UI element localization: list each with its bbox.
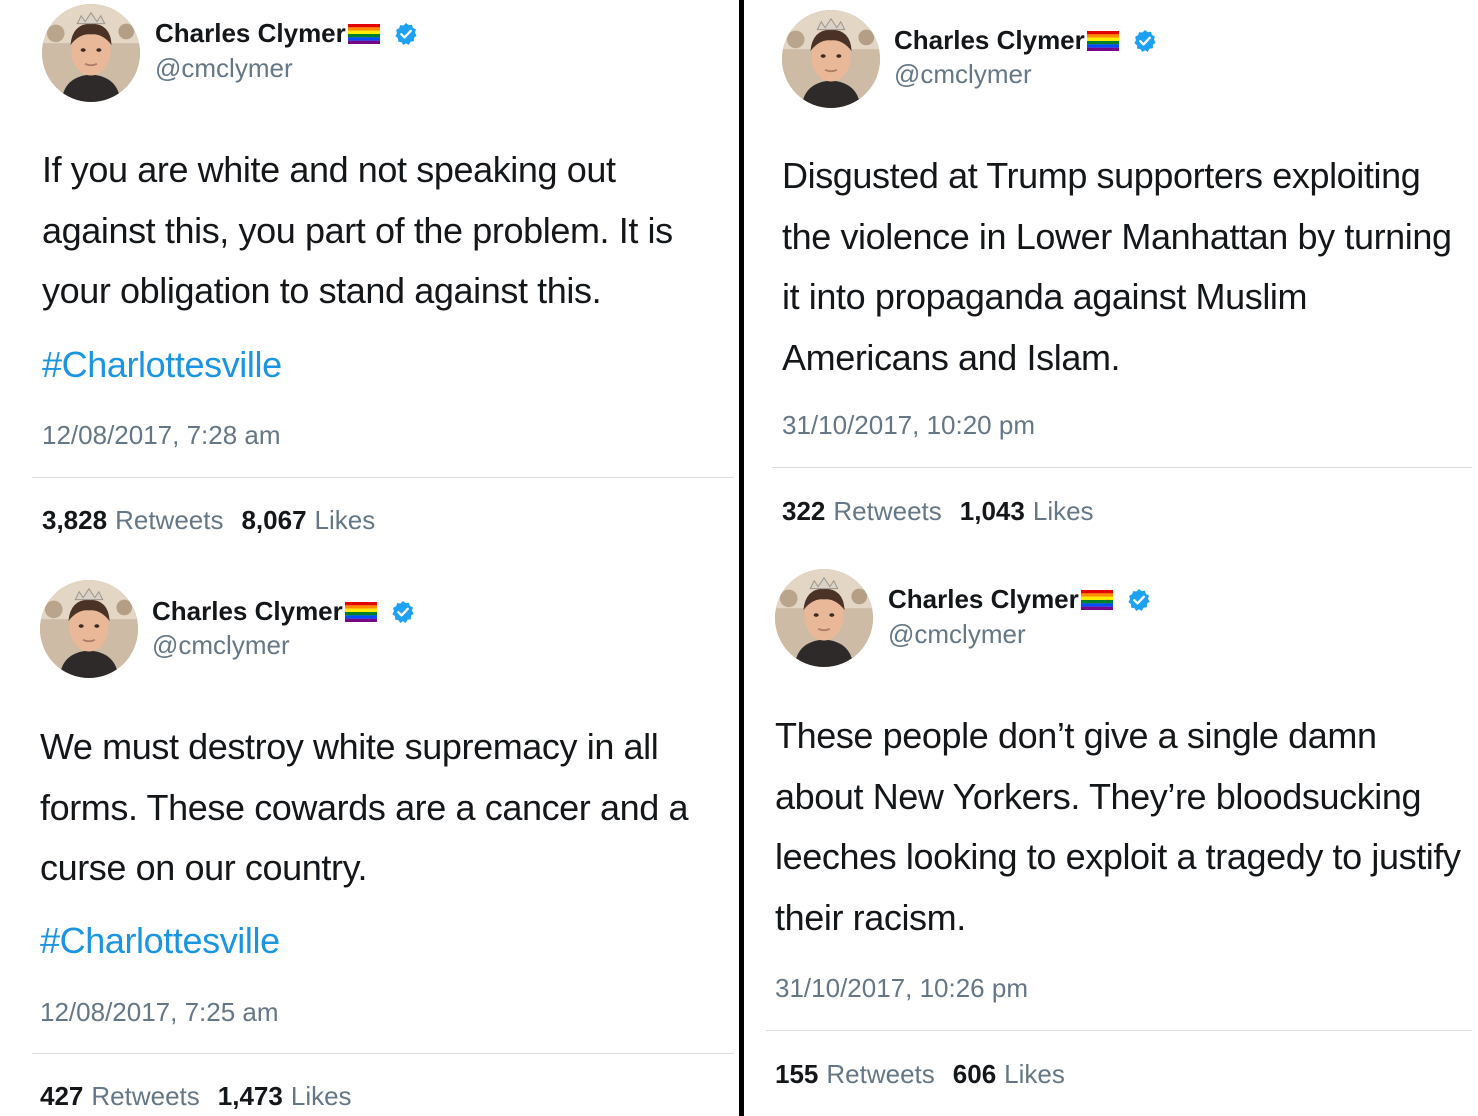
hashtag-link[interactable]: #Charlottesville xyxy=(42,344,282,386)
retweet-count[interactable]: 3,828 Retweets xyxy=(42,505,223,536)
author-name-row[interactable]: Charles Clymer xyxy=(155,18,418,49)
divider-line xyxy=(32,477,734,478)
rainbow-flag-icon xyxy=(1087,31,1119,51)
author-name[interactable]: Charles Clymer xyxy=(155,18,346,49)
author-handle[interactable]: @cmclymer xyxy=(152,630,290,661)
like-count[interactable]: 606 Likes xyxy=(953,1059,1065,1090)
tweet-timestamp[interactable]: 12/08/2017, 7:28 am xyxy=(42,420,281,451)
divider-line xyxy=(766,1030,1472,1031)
author-handle[interactable]: @cmclymer xyxy=(888,619,1026,650)
verified-badge-icon xyxy=(394,22,418,46)
avatar[interactable] xyxy=(775,569,873,667)
retweet-count[interactable]: 155 Retweets xyxy=(775,1059,935,1090)
author-name[interactable]: Charles Clymer xyxy=(152,596,343,627)
divider-line xyxy=(32,1053,734,1054)
verified-badge-icon xyxy=(1133,29,1157,53)
author-name-row[interactable]: Charles Clymer xyxy=(152,596,415,627)
tweet-stats: 427 Retweets 1,473 Likes xyxy=(40,1081,352,1112)
rainbow-flag-icon xyxy=(1081,590,1113,610)
tweet-timestamp[interactable]: 12/08/2017, 7:25 am xyxy=(40,997,279,1028)
like-count[interactable]: 8,067 Likes xyxy=(241,505,375,536)
author-name-row[interactable]: Charles Clymer xyxy=(888,584,1151,615)
tweet-timestamp[interactable]: 31/10/2017, 10:20 pm xyxy=(782,410,1035,441)
divider-line xyxy=(772,467,1472,468)
like-count[interactable]: 1,473 Likes xyxy=(218,1081,352,1112)
retweet-count[interactable]: 322 Retweets xyxy=(782,496,942,527)
tweet-timestamp[interactable]: 31/10/2017, 10:26 pm xyxy=(775,973,1028,1004)
avatar[interactable] xyxy=(42,4,140,102)
author-name[interactable]: Charles Clymer xyxy=(888,584,1079,615)
profile-photo xyxy=(775,569,873,667)
tweet-text: If you are white and not speaking out ag… xyxy=(42,149,673,311)
verified-badge-icon xyxy=(391,600,415,624)
author-handle[interactable]: @cmclymer xyxy=(155,53,293,84)
tweet-text: Disgusted at Trump supporters exploiting… xyxy=(782,155,1452,378)
avatar[interactable] xyxy=(40,580,138,678)
tweet-text: These people don’t give a single damn ab… xyxy=(775,715,1461,938)
profile-photo xyxy=(782,10,880,108)
avatar[interactable] xyxy=(782,10,880,108)
tweet-text: We must destroy white supremacy in all f… xyxy=(40,726,689,888)
profile-photo xyxy=(40,580,138,678)
author-name-row[interactable]: Charles Clymer xyxy=(894,25,1157,56)
column-divider xyxy=(739,0,744,1116)
author-handle[interactable]: @cmclymer xyxy=(894,59,1032,90)
rainbow-flag-icon xyxy=(348,24,380,44)
tweet-stats: 3,828 Retweets 8,067 Likes xyxy=(42,505,375,536)
verified-badge-icon xyxy=(1127,588,1151,612)
hashtag-link[interactable]: #Charlottesville xyxy=(40,920,280,962)
rainbow-flag-icon xyxy=(345,602,377,622)
tweet-stats: 155 Retweets 606 Likes xyxy=(775,1059,1065,1090)
like-count[interactable]: 1,043 Likes xyxy=(960,496,1094,527)
profile-photo xyxy=(42,4,140,102)
retweet-count[interactable]: 427 Retweets xyxy=(40,1081,200,1112)
author-name[interactable]: Charles Clymer xyxy=(894,25,1085,56)
tweet-stats: 322 Retweets 1,043 Likes xyxy=(782,496,1094,527)
